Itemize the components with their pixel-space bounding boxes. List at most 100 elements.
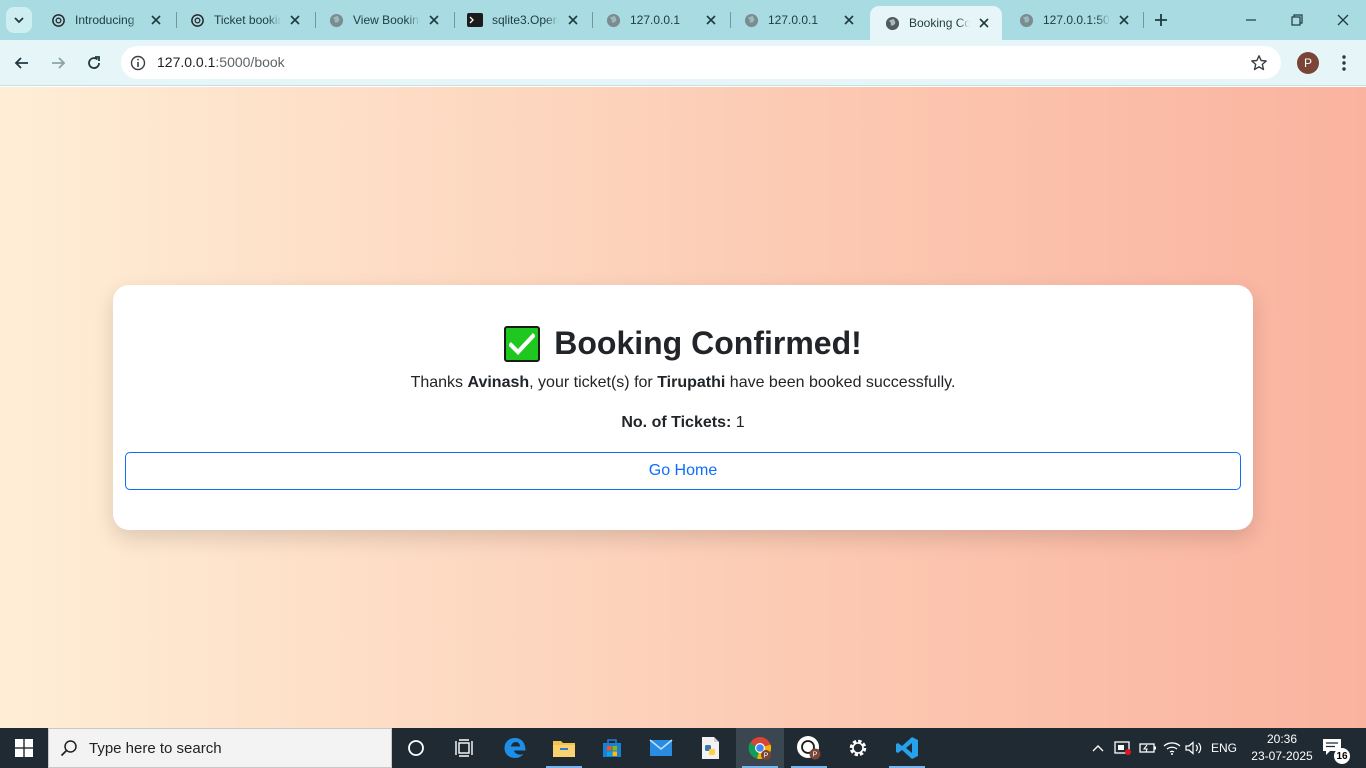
edge-icon xyxy=(504,738,526,758)
reload-button[interactable] xyxy=(82,51,106,75)
taskbar: Type here to search P P ENG 20:36 23-07-… xyxy=(0,728,1366,768)
chatgpt-icon: P xyxy=(797,736,821,760)
confirmation-message: Thanks Avinash, your ticket(s) for Tirup… xyxy=(113,374,1253,392)
reload-icon xyxy=(88,56,100,69)
close-icon[interactable] xyxy=(841,12,857,28)
close-icon[interactable] xyxy=(976,15,992,31)
clock-time: 20:36 xyxy=(1266,732,1298,746)
taskbar-vscode[interactable] xyxy=(883,728,931,768)
tab-separator xyxy=(1143,12,1144,28)
mail-icon xyxy=(649,739,673,756)
tickets-value: 1 xyxy=(735,414,745,431)
notification-center-button[interactable]: 16 xyxy=(1322,738,1350,764)
back-button[interactable] xyxy=(10,51,34,75)
close-icon[interactable] xyxy=(1116,12,1132,28)
globe-icon xyxy=(605,12,621,28)
close-icon[interactable] xyxy=(565,12,581,28)
title-text: Booking Confirmed! xyxy=(554,325,862,361)
globe-icon xyxy=(743,12,759,28)
arrow-left-icon xyxy=(14,57,28,69)
tray-volume[interactable] xyxy=(1184,728,1204,768)
task-view-icon xyxy=(455,739,473,757)
taskbar-chrome[interactable]: P xyxy=(736,728,784,768)
forward-button[interactable] xyxy=(46,51,70,75)
go-home-button[interactable]: Go Home xyxy=(125,452,1241,490)
taskbar-clock[interactable]: 20:36 23-07-2025 xyxy=(1244,731,1320,765)
tab-strip: Introducing Ticket booking View Bookings… xyxy=(0,0,1366,40)
taskbar-chatgpt[interactable]: P xyxy=(785,728,833,768)
close-icon[interactable] xyxy=(287,12,303,28)
plus-icon xyxy=(1155,14,1167,26)
openai-icon xyxy=(50,12,66,28)
ticket-count: No. of Tickets: 1 xyxy=(113,414,1253,432)
tray-meet-now[interactable] xyxy=(1113,728,1133,768)
message-mid: , your ticket(s) for xyxy=(529,374,658,391)
bookmark-star-icon[interactable] xyxy=(1249,53,1269,73)
tab-booking-confirmed[interactable]: Booking Confirmed xyxy=(870,6,1002,40)
task-view-button[interactable] xyxy=(440,728,488,768)
confirmation-card: Booking Confirmed! Thanks Avinash, your … xyxy=(113,285,1253,530)
arrow-right-icon xyxy=(52,57,66,69)
tab-sqlite3[interactable]: sqlite3.Opera xyxy=(453,8,591,32)
tab-introducing[interactable]: Introducing xyxy=(36,8,174,32)
profile-avatar[interactable]: P xyxy=(1297,52,1319,74)
speaker-icon xyxy=(1185,741,1202,755)
customer-name: Avinash xyxy=(467,374,530,391)
globe-icon xyxy=(1018,12,1034,28)
page-title: Booking Confirmed! xyxy=(113,325,1253,362)
tab-localhost-2[interactable]: 127.0.0.1 xyxy=(729,8,867,32)
svg-text:P: P xyxy=(764,753,769,760)
browser-toolbar: 127.0.0.1:5000/book P xyxy=(0,40,1366,86)
cortana-icon xyxy=(408,740,424,756)
taskbar-mail[interactable] xyxy=(637,728,685,768)
search-icon xyxy=(49,739,89,757)
tab-search-button[interactable] xyxy=(6,7,32,33)
message-prefix: Thanks xyxy=(410,374,468,391)
new-tab-button[interactable] xyxy=(1150,9,1172,31)
restore-button[interactable] xyxy=(1285,8,1309,32)
taskbar-settings[interactable] xyxy=(834,728,882,768)
store-icon xyxy=(603,739,621,757)
windows-icon xyxy=(15,739,33,757)
url-host: 127.0.0.1 xyxy=(157,54,216,70)
tab-localhost-1[interactable]: 127.0.0.1 xyxy=(591,8,729,32)
tab-title: View Bookings xyxy=(353,13,420,27)
tab-localhost-5000[interactable]: 127.0.0.1:5000 xyxy=(1004,8,1142,32)
minimize-button[interactable] xyxy=(1239,8,1263,32)
terminal-icon xyxy=(467,12,483,28)
svg-text:P: P xyxy=(813,752,818,759)
tab-view-bookings[interactable]: View Bookings xyxy=(314,8,452,32)
tray-language[interactable]: ENG xyxy=(1208,728,1240,768)
close-icon[interactable] xyxy=(148,12,164,28)
openai-icon xyxy=(189,12,205,28)
chevron-up-icon xyxy=(1092,745,1104,752)
tab-title: 127.0.0.1 xyxy=(768,13,819,27)
vscode-icon xyxy=(896,737,918,759)
tab-title: Booking Confirmed xyxy=(909,16,970,30)
close-icon[interactable] xyxy=(703,12,719,28)
info-icon[interactable] xyxy=(129,54,146,71)
browser-menu-button[interactable] xyxy=(1333,51,1355,75)
tray-wifi[interactable] xyxy=(1162,728,1182,768)
destination: Tirupathi xyxy=(657,374,726,391)
cortana-button[interactable] xyxy=(392,728,440,768)
tab-ticket-booking[interactable]: Ticket booking xyxy=(175,8,313,32)
taskbar-python-file[interactable] xyxy=(686,728,734,768)
battery-icon xyxy=(1139,743,1156,753)
tab-title: 127.0.0.1:5000 xyxy=(1043,13,1110,27)
address-bar[interactable]: 127.0.0.1:5000/book xyxy=(121,46,1281,79)
more-vert-icon xyxy=(1342,55,1346,71)
python-file-icon xyxy=(702,737,719,759)
notification-count-badge: 16 xyxy=(1334,748,1350,764)
tray-battery[interactable] xyxy=(1138,728,1158,768)
taskbar-search[interactable]: Type here to search xyxy=(48,728,392,768)
taskbar-store[interactable] xyxy=(588,728,636,768)
taskbar-file-explorer[interactable] xyxy=(540,728,588,768)
close-icon[interactable] xyxy=(426,12,442,28)
start-button[interactable] xyxy=(0,728,48,768)
close-window-button[interactable] xyxy=(1331,8,1355,32)
close-icon xyxy=(1337,14,1349,26)
taskbar-edge[interactable] xyxy=(491,728,539,768)
tab-title: Ticket booking xyxy=(214,13,281,27)
show-hidden-icons-button[interactable] xyxy=(1089,728,1107,768)
